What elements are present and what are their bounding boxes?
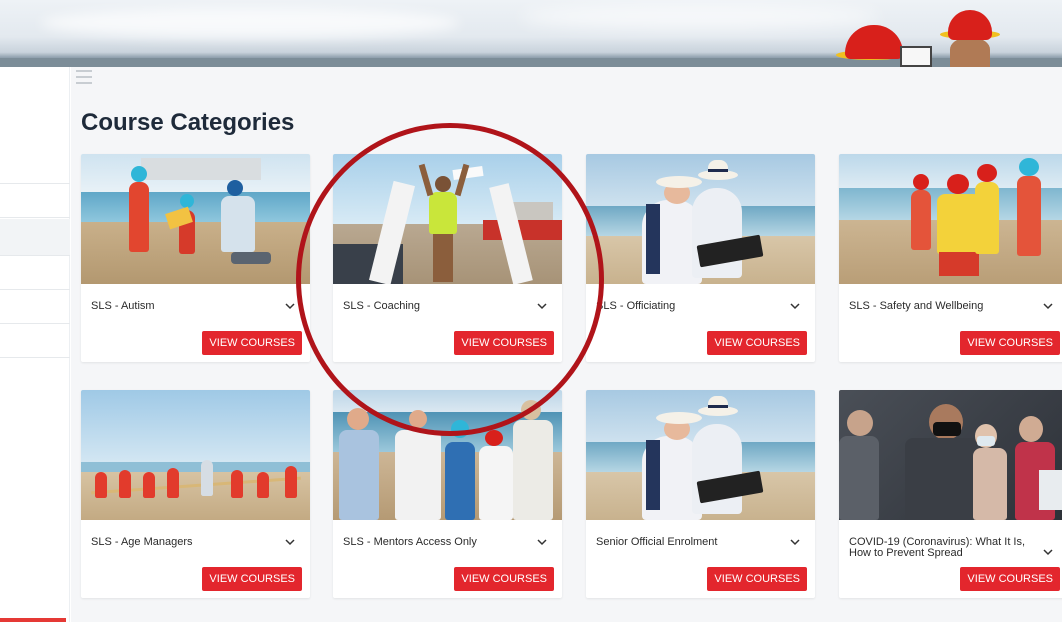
course-category-card[interactable]: SLS - Officiating VIEW COURSES [586, 154, 815, 362]
category-name: SLS - Age Managers [91, 536, 193, 548]
category-thumbnail [81, 154, 310, 284]
category-name: SLS - Safety and Wellbeing [849, 300, 984, 312]
view-courses-button[interactable]: VIEW COURSES [707, 567, 807, 591]
course-category-card[interactable]: SLS - Safety and Wellbeing VIEW COURSES [839, 154, 1062, 362]
category-name: SLS - Coaching [343, 300, 421, 312]
course-category-card[interactable]: SLS - Age Managers VIEW COURSES [81, 390, 310, 598]
view-courses-button[interactable]: VIEW COURSES [202, 567, 302, 591]
page-title: Course Categories [81, 109, 295, 136]
view-courses-button[interactable]: VIEW COURSES [960, 567, 1060, 591]
sidebar-item-active[interactable] [0, 219, 70, 255]
header-banner [0, 0, 1062, 67]
chevron-down-icon[interactable] [1042, 300, 1054, 312]
chevron-down-icon[interactable] [536, 536, 548, 548]
course-category-card[interactable]: Senior Official Enrolment VIEW COURSES [586, 390, 815, 598]
sidebar-divider [0, 323, 70, 324]
view-courses-button[interactable]: VIEW COURSES [707, 331, 807, 355]
sidebar-divider [0, 217, 70, 218]
course-category-card[interactable]: SLS - Mentors Access Only VIEW COURSES [333, 390, 562, 598]
chevron-down-icon[interactable] [284, 536, 296, 548]
category-thumbnail [586, 390, 815, 520]
view-courses-button[interactable]: VIEW COURSES [454, 567, 554, 591]
category-thumbnail [586, 154, 815, 284]
course-category-card[interactable]: COVID-19 (Coronavirus): What It Is, How … [839, 390, 1062, 598]
category-thumbnail [81, 390, 310, 520]
app-window: Course Categories SLS - Autism VIEW COUR… [0, 0, 1062, 622]
view-courses-button[interactable]: VIEW COURSES [960, 331, 1060, 355]
category-name: SLS - Autism [91, 300, 155, 312]
category-thumbnail [333, 154, 562, 284]
course-category-card[interactable]: SLS - Coaching VIEW COURSES [333, 154, 562, 362]
view-courses-button[interactable]: VIEW COURSES [454, 331, 554, 355]
category-thumbnail [333, 390, 562, 520]
course-category-card[interactable]: SLS - Autism VIEW COURSES [81, 154, 310, 362]
chevron-down-icon[interactable] [1042, 546, 1054, 558]
chevron-down-icon[interactable] [536, 300, 548, 312]
menu-toggle-icon[interactable] [76, 70, 94, 84]
sidebar-active-indicator [0, 618, 66, 622]
category-name: COVID-19 (Coronavirus): What It Is, How … [849, 536, 1026, 559]
category-name: Senior Official Enrolment [596, 536, 718, 548]
sidebar [0, 67, 70, 622]
laptop-image [900, 46, 932, 67]
chevron-down-icon[interactable] [789, 300, 801, 312]
chevron-down-icon[interactable] [789, 536, 801, 548]
category-thumbnail [839, 390, 1062, 520]
chevron-down-icon[interactable] [284, 300, 296, 312]
sidebar-divider [0, 183, 70, 184]
category-name: SLS - Officiating [596, 300, 676, 312]
sidebar-divider [0, 255, 70, 256]
category-name: SLS - Mentors Access Only [343, 536, 477, 548]
sidebar-divider [0, 289, 70, 290]
view-courses-button[interactable]: VIEW COURSES [202, 331, 302, 355]
sidebar-divider [0, 357, 70, 358]
category-thumbnail [839, 154, 1062, 284]
